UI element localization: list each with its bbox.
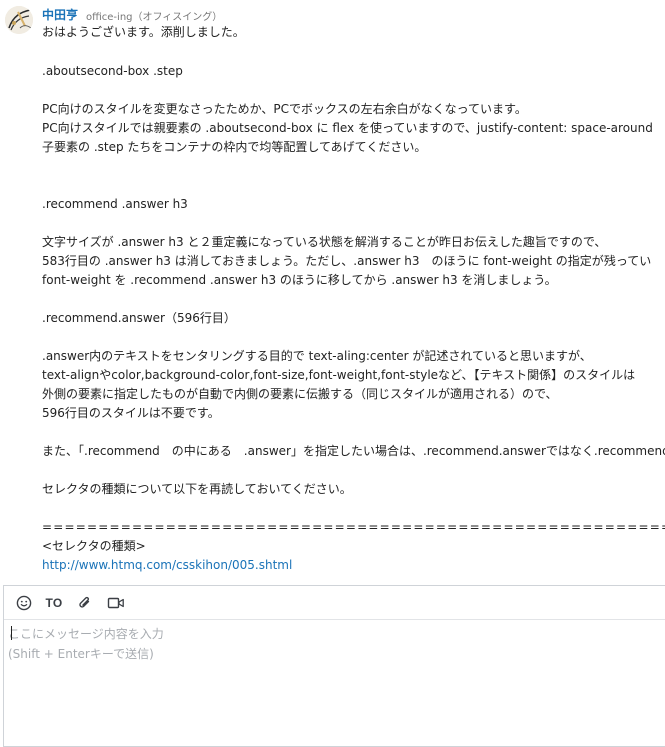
message-line: .answer内のテキストをセンタリングする目的で text-aling:cen… <box>42 349 592 363</box>
message-line: text-alignやcolor,background-color,font-s… <box>42 368 636 382</box>
message-line: 子要素の .step たちをコンテナの枠内で均等配置してあげてください。 <box>42 140 427 154</box>
avatar[interactable] <box>5 6 33 34</box>
divider-line: ========================================… <box>42 520 665 534</box>
message-line: 文字サイズが .answer h3 と２重定義になっている状態を解消することが昨… <box>42 235 607 249</box>
message-line: セレクタの種類について以下を再読しておいてください。 <box>42 482 352 496</box>
attach-button[interactable] <box>76 594 94 612</box>
message-composer: TO <box>3 585 665 747</box>
message-line: PC向けスタイルでは親要素の .aboutsecond-box に flex を… <box>42 121 653 135</box>
reference-link[interactable]: http://www.htmq.com/csskihon/005.shtml <box>42 556 292 575</box>
message-line: .recommend.answer（596行目） <box>42 311 236 325</box>
text-caret <box>11 626 12 640</box>
message-line: 外側の要素に指定したものが自動で内側の要素に伝搬する（同じスタイルが適用される）… <box>42 387 558 401</box>
message-line: おはようございます。添削しました。 <box>42 25 245 39</box>
to-button[interactable]: TO <box>43 594 65 612</box>
paperclip-icon <box>79 596 90 608</box>
sender-organization: office-ing（オフィスイング） <box>86 12 223 23</box>
message-line: また、「.recommend の中にある .answer」を指定したい場合は、.… <box>42 444 665 458</box>
message-line: 596行目のスタイルは不要です。 <box>42 406 220 420</box>
message-line: PC向けのスタイルを変更なさったためか、PCでボックスの左右余白がなくなっていま… <box>42 102 527 116</box>
message-line: .recommend .answer h3 <box>42 197 188 211</box>
video-call-icon <box>107 597 124 609</box>
message-line: 583行目の .answer h3 は消しておきましょう。ただし、.answer… <box>42 254 652 268</box>
video-call-button[interactable] <box>106 594 126 612</box>
avatar-image <box>5 6 33 34</box>
chat-message: 中田亨 office-ing（オフィスイング） おはようございます。添削しました… <box>0 0 665 583</box>
message-input[interactable] <box>8 624 658 734</box>
sender-name[interactable]: 中田亨 <box>42 6 78 23</box>
composer-toolbar: TO <box>4 586 665 620</box>
emoji-button[interactable] <box>15 594 33 612</box>
smiley-icon <box>16 595 32 611</box>
composer-text-area <box>4 620 665 746</box>
message-line: font-weight を .recommend .answer h3 のほうに… <box>42 273 557 287</box>
message-line: .aboutsecond-box .step <box>42 64 183 78</box>
message-line: <セレクタの種類> <box>42 539 146 553</box>
